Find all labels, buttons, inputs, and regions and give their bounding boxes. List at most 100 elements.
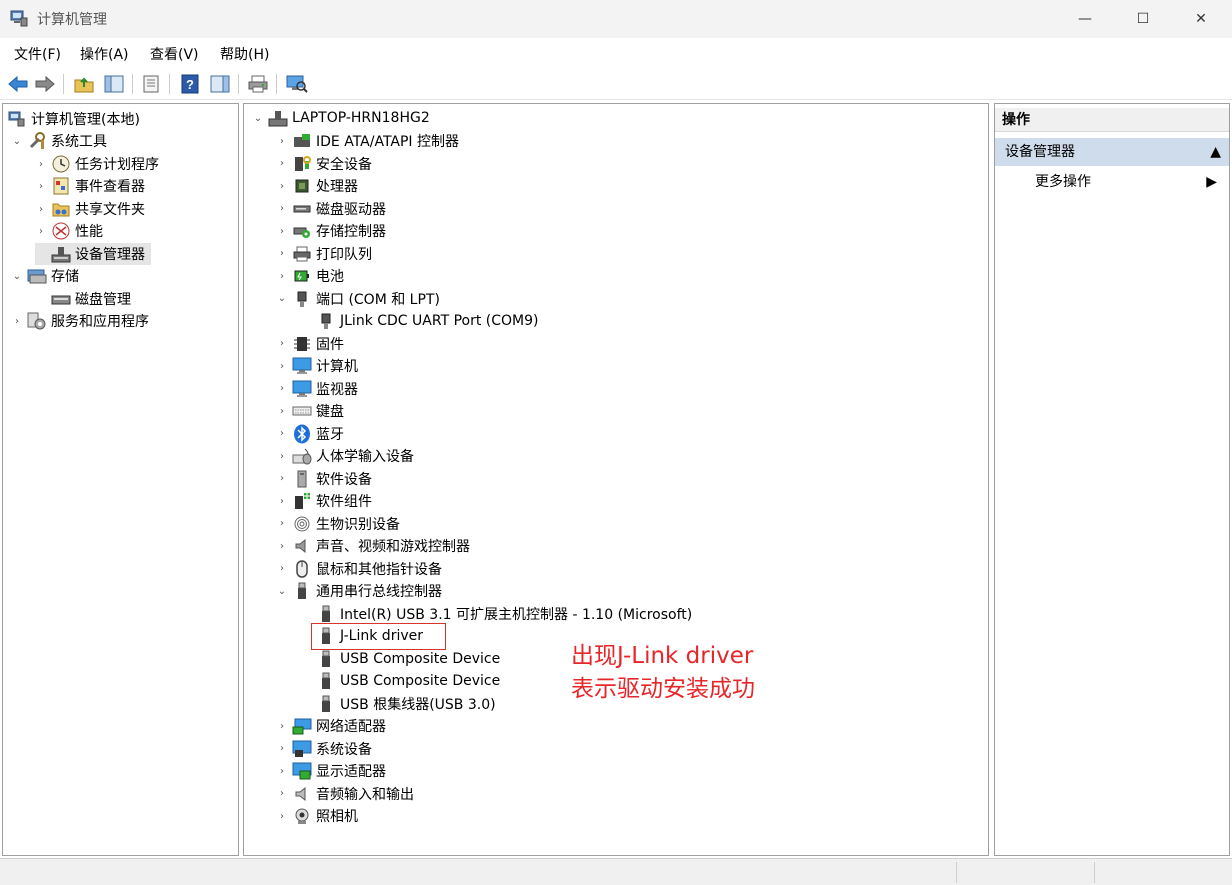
chevron-right-icon[interactable]: › xyxy=(276,743,288,754)
device-root[interactable]: ⌄ LAPTOP-HRN18HG2 xyxy=(252,107,430,129)
chevron-right-icon[interactable]: › xyxy=(35,159,47,170)
chevron-down-icon[interactable]: ⌄ xyxy=(252,113,264,124)
device-category-ports[interactable]: ⌄ 端口 (COM 和 LPT) xyxy=(276,288,440,310)
device-category-processor[interactable]: › 处理器 xyxy=(276,175,358,197)
device-category-disk-drives[interactable]: › 磁盘驱动器 xyxy=(276,198,386,220)
device-category-display[interactable]: › 显示适配器 xyxy=(276,760,386,782)
device-category-network[interactable]: › 网络适配器 xyxy=(276,715,386,737)
device-item-usb-intel[interactable]: Intel(R) USB 3.1 可扩展主机控制器 - 1.10 (Micros… xyxy=(300,603,692,625)
device-category-keyboards[interactable]: › 键盘 xyxy=(276,400,344,422)
minimize-button[interactable]: — xyxy=(1056,0,1114,38)
device-item-usb-comp1[interactable]: USB Composite Device xyxy=(300,648,500,670)
chevron-down-icon[interactable]: ⌄ xyxy=(11,271,23,282)
device-category-cameras[interactable]: › 照相机 xyxy=(276,805,358,827)
device-category-storage-ctrl[interactable]: › 存储控制器 xyxy=(276,220,386,242)
chevron-right-icon[interactable]: › xyxy=(276,541,288,552)
chevron-right-icon[interactable]: › xyxy=(276,136,288,147)
tree-item-shared-folders[interactable]: › 共享文件夹 xyxy=(35,198,145,220)
maximize-button[interactable]: ☐ xyxy=(1114,0,1172,38)
chevron-right-icon[interactable]: › xyxy=(276,721,288,732)
show-hide-action-pane-icon[interactable] xyxy=(208,72,232,96)
chevron-right-icon[interactable]: › xyxy=(276,226,288,237)
firmware-icon xyxy=(292,335,312,353)
device-category-sound[interactable]: › 声音、视频和游戏控制器 xyxy=(276,535,470,557)
tree-item-device-manager[interactable]: 设备管理器 xyxy=(35,243,151,265)
chevron-right-icon[interactable]: › xyxy=(276,383,288,394)
device-item-usb-comp2[interactable]: USB Composite Device xyxy=(300,670,500,692)
chevron-right-icon[interactable]: › xyxy=(276,158,288,169)
device-category-biometric[interactable]: › 生物识别设备 xyxy=(276,513,400,535)
tree-item-storage[interactable]: ⌄ 存储 xyxy=(11,265,79,287)
chevron-right-icon[interactable]: › xyxy=(276,203,288,214)
tree-item-disk-management[interactable]: 磁盘管理 xyxy=(35,288,131,310)
device-category-bluetooth[interactable]: › 蓝牙 xyxy=(276,423,344,445)
tree-item-system-tools[interactable]: ⌄ 系统工具 xyxy=(11,130,107,152)
tree-root[interactable]: 计算机管理(本地) xyxy=(7,108,140,130)
print-icon[interactable] xyxy=(246,72,270,96)
device-category-mice[interactable]: › 鼠标和其他指针设备 xyxy=(276,558,442,580)
menu-view[interactable]: 查看(V) xyxy=(150,44,199,64)
device-item-jlink-cdc[interactable]: JLink CDC UART Port (COM9) xyxy=(300,310,538,332)
chevron-down-icon[interactable]: ⌄ xyxy=(11,136,23,147)
device-category-software-components[interactable]: › 软件组件 xyxy=(276,490,372,512)
show-hide-tree-icon[interactable] xyxy=(102,72,126,96)
chevron-right-icon[interactable]: › xyxy=(11,316,23,327)
device-category-audio-io[interactable]: › 音频输入和输出 xyxy=(276,783,414,805)
chevron-right-icon[interactable]: › xyxy=(276,428,288,439)
actions-more-button[interactable]: 更多操作 ▶ xyxy=(995,170,1229,194)
menu-action[interactable]: 操作(A) xyxy=(80,44,129,64)
tree-item-task-scheduler[interactable]: › 任务计划程序 xyxy=(35,153,159,175)
chevron-right-icon[interactable]: › xyxy=(276,788,288,799)
chevron-right-icon[interactable]: › xyxy=(276,563,288,574)
device-category-hid[interactable]: › 人体学输入设备 xyxy=(276,445,414,467)
help-icon[interactable]: ? xyxy=(178,72,202,96)
device-category-battery[interactable]: › 电池 xyxy=(276,265,344,287)
device-category-security[interactable]: › 安全设备 xyxy=(276,153,372,175)
device-category-software-devices[interactable]: › 软件设备 xyxy=(276,468,372,490)
up-folder-icon[interactable] xyxy=(72,72,96,96)
tools-icon xyxy=(27,132,47,150)
chevron-right-icon[interactable]: › xyxy=(276,518,288,529)
device-category-system-devices[interactable]: › 系统设备 xyxy=(276,738,372,760)
chevron-right-icon[interactable]: › xyxy=(276,766,288,777)
forward-icon[interactable] xyxy=(33,72,57,96)
chevron-right-icon[interactable]: › xyxy=(276,271,288,282)
chevron-right-icon[interactable]: › xyxy=(35,204,47,215)
device-item-usb-hub[interactable]: USB 根集线器(USB 3.0) xyxy=(300,693,496,715)
chevron-down-icon[interactable]: ⌄ xyxy=(276,586,288,597)
chevron-right-icon[interactable]: › xyxy=(276,451,288,462)
chevron-right-icon[interactable]: › xyxy=(276,248,288,259)
device-category-print-queue[interactable]: › 打印队列 xyxy=(276,243,372,265)
device-category-monitors[interactable]: › 监视器 xyxy=(276,378,358,400)
device-category-computer-cat[interactable]: › 计算机 xyxy=(276,355,358,377)
chevron-right-icon[interactable]: › xyxy=(35,181,47,192)
port-icon xyxy=(316,312,336,330)
device-label: Intel(R) USB 3.1 可扩展主机控制器 - 1.10 (Micros… xyxy=(340,606,693,623)
device-category-usb-ctrl[interactable]: ⌄ 通用串行总线控制器 xyxy=(276,580,442,602)
device-category-ide[interactable]: › IDE ATA/ATAPI 控制器 xyxy=(276,130,459,152)
device-category-firmware[interactable]: › 固件 xyxy=(276,333,344,355)
properties-icon[interactable] xyxy=(139,72,163,96)
device-label: 电池 xyxy=(316,269,344,285)
close-button[interactable]: ✕ xyxy=(1172,0,1230,38)
chevron-right-icon[interactable]: › xyxy=(276,181,288,192)
chevron-right-icon[interactable]: › xyxy=(276,473,288,484)
device-label: JLink CDC UART Port (COM9) xyxy=(340,313,539,329)
chevron-right-icon[interactable]: › xyxy=(276,361,288,372)
back-icon[interactable] xyxy=(6,72,30,96)
scan-hardware-icon[interactable] xyxy=(285,72,309,96)
chevron-right-icon[interactable]: › xyxy=(276,811,288,822)
chevron-right-icon[interactable]: › xyxy=(276,406,288,417)
chevron-down-icon[interactable]: ⌄ xyxy=(276,293,288,304)
chevron-right-icon[interactable]: › xyxy=(276,338,288,349)
actions-device-manager[interactable]: 设备管理器 ▲ xyxy=(995,138,1229,166)
tree-item-event-viewer[interactable]: › 事件查看器 xyxy=(35,175,145,197)
chevron-right-icon[interactable]: › xyxy=(35,226,47,237)
chevron-right-icon[interactable]: › xyxy=(276,496,288,507)
tree-label: 存储 xyxy=(51,269,79,285)
tree-item-services-apps[interactable]: › 服务和应用程序 xyxy=(11,310,149,332)
menu-help[interactable]: 帮助(H) xyxy=(220,44,269,64)
menu-file[interactable]: 文件(F) xyxy=(14,44,61,64)
collapse-up-icon[interactable]: ▲ xyxy=(1210,138,1221,166)
tree-item-performance[interactable]: › 性能 xyxy=(35,220,103,242)
